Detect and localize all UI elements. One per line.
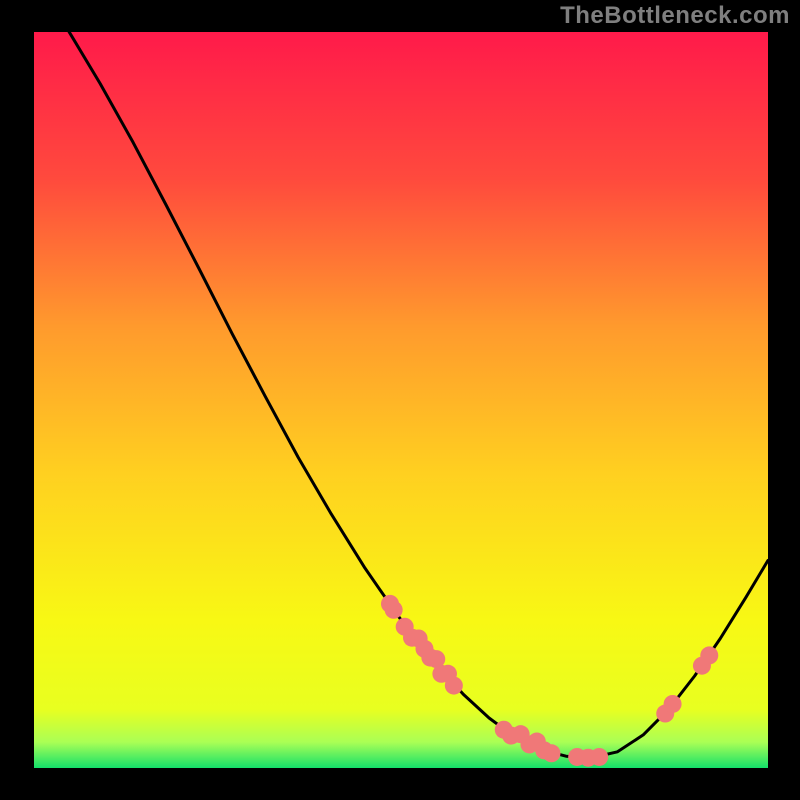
bottleneck-curve-chart	[0, 0, 800, 800]
scatter-dot	[700, 646, 718, 664]
scatter-dot	[542, 744, 560, 762]
scatter-dot	[385, 601, 403, 619]
scatter-dot	[664, 695, 682, 713]
scatter-dot	[590, 748, 608, 766]
watermark-text: TheBottleneck.com	[560, 2, 790, 30]
scatter-dot	[445, 677, 463, 695]
chart-container: TheBottleneck.com	[0, 0, 800, 800]
gradient-background	[34, 32, 768, 768]
